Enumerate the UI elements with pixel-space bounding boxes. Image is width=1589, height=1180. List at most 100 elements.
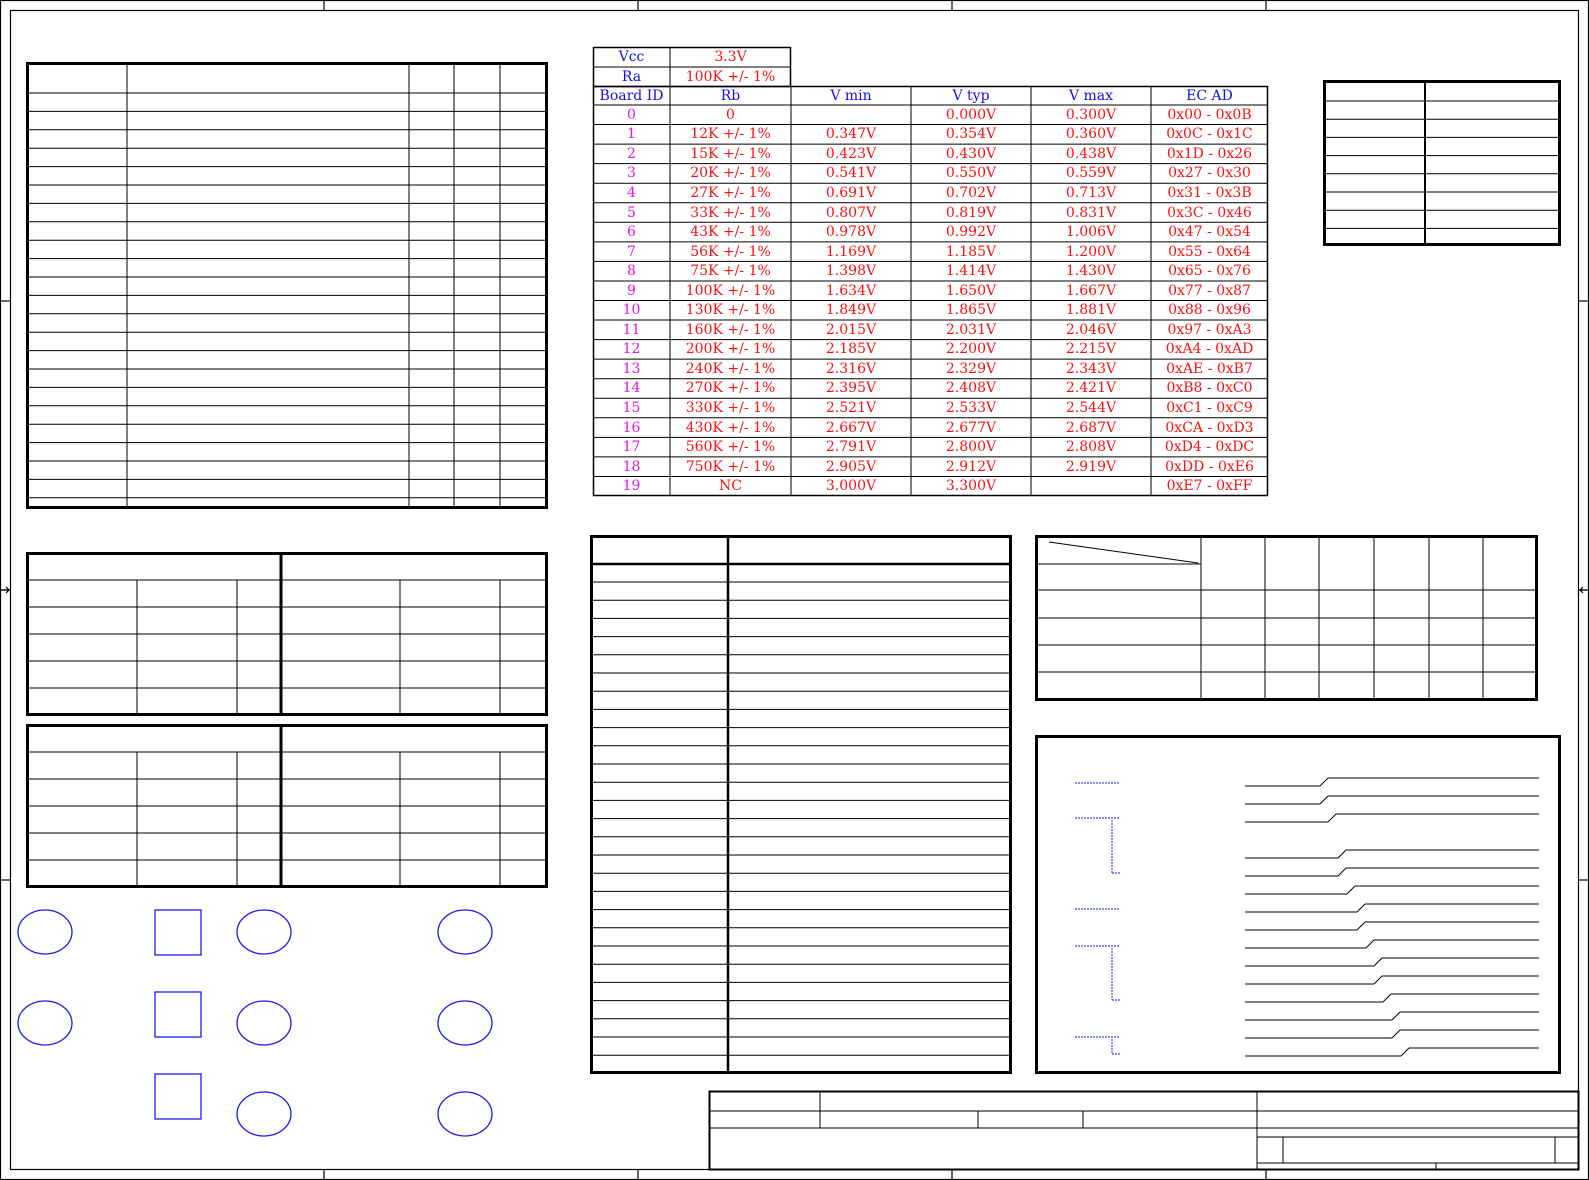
board-id-cell-rb: 200K +/- 1% (685, 341, 776, 358)
board-id-cell-vmax: 2.046V (1065, 321, 1117, 338)
ellipse-icon (236, 909, 292, 955)
col-ec-ad: EC AD (1186, 87, 1233, 104)
board-id-cell-vmin: 2.015V (825, 321, 877, 338)
board-id-cell-vtyp: 0.819V (945, 204, 997, 221)
board-id-cell-vmin: 2.395V (825, 380, 877, 397)
board-id-cell-ad: 0x55 - 0x64 (1168, 243, 1251, 260)
board-id-cell-id: 1 (627, 126, 636, 143)
board-id-cell-vmax: 2.544V (1065, 400, 1117, 417)
ellipse-icon (437, 909, 493, 955)
board-id-cell-id: 3 (627, 165, 636, 182)
ellipse-icon (236, 1000, 292, 1046)
board-id-cell-rb: 430K +/- 1% (685, 419, 776, 436)
board-id-cell-vmin: 2.905V (825, 458, 877, 475)
board-id-cell-ad: 0xB8 - 0xC0 (1166, 380, 1253, 397)
power-sequence-diagram (1035, 735, 1561, 1074)
board-id-cell-vtyp: 2.200V (945, 341, 997, 358)
board-id-cell-vmax: 1.881V (1065, 302, 1117, 319)
title-block (708, 1090, 1580, 1171)
board-id-cell-id: 11 (622, 321, 641, 338)
board-id-cell-id: 10 (622, 302, 641, 319)
grid-line (1365, 939, 1375, 949)
signal-table (590, 535, 1012, 1074)
board-id-cell-ad: 0x27 - 0x30 (1168, 165, 1251, 182)
board-id-cell-vmax: 0.831V (1065, 204, 1117, 221)
grid-line (1356, 903, 1366, 913)
board-id-table: Vcc 3.3V Ra 100K +/- 1% Board ID Rb V mi… (593, 47, 1268, 496)
ra-label: Ra (621, 68, 642, 85)
board-id-cell-ad: 0x0C - 0x1C (1166, 126, 1253, 143)
board-id-cell-rb: 750K +/- 1% (685, 458, 776, 475)
board-id-cell-vtyp: 0.550V (945, 165, 997, 182)
board-id-cell-id: 19 (622, 478, 641, 495)
grid-line (1391, 1029, 1401, 1039)
grid-line (1382, 993, 1392, 1003)
board-id-cell-vtyp: 2.533V (945, 400, 997, 417)
board-id-cell-vmin: 1.634V (825, 282, 877, 299)
square-icon (154, 909, 202, 956)
board-id-cell-vtyp: 2.677V (945, 419, 997, 436)
board-id-cell-vmax: 1.006V (1065, 224, 1117, 241)
grid-line (1400, 1047, 1410, 1057)
board-id-cell-vtyp: 0.992V (945, 224, 997, 241)
board-id-cell-vtyp: 2.912V (945, 458, 997, 475)
board-id-cell-rb: 130K +/- 1% (685, 302, 776, 319)
board-id-cell-ad: 0xAE - 0xB7 (1166, 360, 1253, 377)
board-id-cell-vmin: 0.347V (825, 126, 877, 143)
board-id-cell-vmax: 0.300V (1065, 106, 1117, 123)
col-board-id: Board ID (599, 87, 664, 104)
board-id-cell-vmax: 2.919V (1065, 458, 1117, 475)
board-id-cell-ad: 0x47 - 0x54 (1168, 224, 1251, 241)
board-id-cell-rb: 330K +/- 1% (685, 400, 776, 417)
board-id-cell-rb: 560K +/- 1% (685, 439, 776, 456)
board-id-cell-ad: 0x00 - 0x0B (1167, 106, 1252, 123)
board-id-cell-vmin: 0.423V (825, 145, 877, 162)
board-id-cell-id: 0 (627, 106, 636, 123)
board-id-cell-ad: 0xA4 - 0xAD (1165, 341, 1254, 358)
board-id-cell-rb: 27K +/- 1% (690, 184, 771, 201)
board-id-cell-ad: 0x1D - 0x26 (1166, 145, 1253, 162)
board-id-cell-vtyp: 2.800V (945, 439, 997, 456)
board-id-cell-vmax: 2.808V (1065, 439, 1117, 456)
ellipse-icon (437, 1000, 493, 1046)
vcc-label: Vcc (618, 49, 645, 65)
grid-line (1391, 1011, 1401, 1021)
board-id-cell-vtyp: 1.650V (945, 282, 997, 299)
board-id-cell-vmin: 2.521V (825, 400, 877, 417)
ellipse-icon (17, 1000, 73, 1046)
board-id-cell-rb: 100K +/- 1% (685, 282, 776, 299)
board-id-cell-vmax: 1.430V (1065, 263, 1117, 280)
board-id-cell-vmin: 1.849V (825, 302, 877, 319)
board-id-cell-vmin: 3.000V (825, 478, 877, 495)
board-id-cell-vtyp: 1.865V (945, 302, 997, 319)
board-id-cell-id: 16 (622, 419, 641, 436)
grid-line (1327, 813, 1337, 823)
board-id-cell-id: 9 (627, 282, 636, 299)
board-id-cell-ad: 0x3C - 0x46 (1167, 204, 1252, 221)
board-id-cell-vmin: 0.691V (825, 184, 877, 201)
board-id-cell-vtyp: 0.430V (945, 145, 997, 162)
board-id-cell-id: 14 (622, 380, 641, 397)
matrix-table (1035, 535, 1538, 701)
board-id-cell-id: 4 (627, 184, 636, 201)
board-id-cell-vmin: 2.185V (825, 341, 877, 358)
board-id-cell-vmin: 0.807V (825, 204, 877, 221)
board-id-cell-id: 7 (627, 243, 636, 260)
board-id-cell-ad: 0xC1 - 0xC9 (1166, 400, 1253, 417)
strap-table-upper (26, 552, 548, 716)
ellipse-icon (236, 1091, 292, 1137)
board-id-cell-vmin: 0.541V (825, 165, 877, 182)
board-id-cell-vmax: 2.421V (1065, 380, 1117, 397)
board-id-cell-rb: NC (719, 478, 742, 495)
board-id-cell-ad: 0x31 - 0x3B (1167, 184, 1252, 201)
board-id-cell-vtyp: 1.185V (945, 243, 997, 260)
grid-line (1373, 957, 1383, 967)
grid-line (1373, 975, 1383, 985)
board-id-cell-vmax: 2.687V (1065, 419, 1117, 436)
board-id-cell-vmin: 2.791V (825, 439, 877, 456)
board-id-cell-id: 6 (627, 224, 636, 241)
board-id-cell-id: 13 (622, 360, 641, 377)
board-id-cell-vtyp: 3.300V (945, 478, 997, 495)
board-id-cell-vmax: 1.667V (1065, 282, 1117, 299)
strap-table-lower (26, 724, 548, 888)
